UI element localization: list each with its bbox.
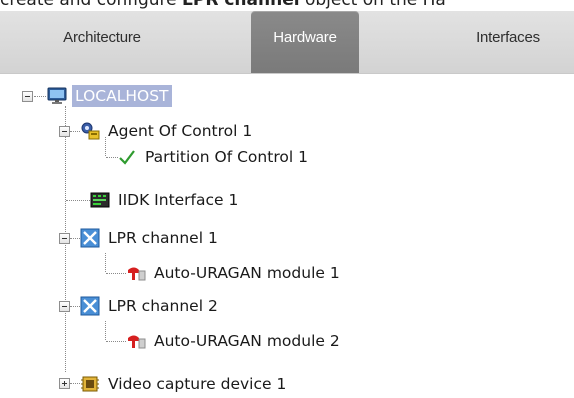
hardware-tree: LOCALHOST Agent Of Control 1 Partition O… [0, 73, 574, 394]
tab-architecture[interactable]: Architecture [36, 11, 168, 73]
tree-line [70, 383, 80, 384]
tree-label: Partition Of Control 1 [145, 148, 308, 166]
document-caption: create and configure LPR channel object … [0, 0, 574, 11]
tree-label: IIDK Interface 1 [118, 191, 239, 209]
caption-suffix: object on the Ha [299, 0, 446, 10]
tree-node-partition-of-control[interactable]: Partition Of Control 1 [117, 144, 311, 170]
tree-line [70, 238, 80, 239]
iidk-board-icon [90, 190, 110, 210]
tree-label-localhost: LOCALHOST [72, 85, 172, 107]
caption-bold: LPR channel [182, 0, 300, 10]
tab-bar: Architecture Hardware Interfaces [0, 11, 574, 74]
tree-line [106, 341, 126, 342]
video-capture-chip-icon [80, 374, 100, 394]
tree-node-lpr-channel-2[interactable]: LPR channel 2 [80, 293, 221, 319]
tree-line [105, 253, 106, 272]
monitor-icon [47, 86, 67, 106]
uragan-module-icon [126, 331, 146, 351]
uragan-module-icon [126, 263, 146, 283]
tree-node-agent-of-control[interactable]: Agent Of Control 1 [80, 118, 255, 144]
tree-label: Video capture device 1 [108, 375, 287, 393]
tree-node-auto-uragan-1[interactable]: Auto-URAGAN module 1 [126, 260, 343, 286]
tree-line [70, 306, 80, 307]
tab-interfaces[interactable]: Interfaces [442, 11, 574, 73]
collapse-toggle-lpr-2[interactable] [59, 301, 70, 312]
tree-label: Auto-URAGAN module 2 [154, 332, 340, 350]
tree-line [105, 321, 106, 340]
tree-label: LPR channel 2 [108, 297, 218, 315]
lpr-channel-icon [80, 296, 100, 316]
tree-label: LPR channel 1 [108, 229, 218, 247]
collapse-toggle-localhost[interactable] [22, 91, 33, 102]
collapse-toggle-agent[interactable] [59, 126, 70, 137]
tab-hardware[interactable]: Hardware [251, 11, 359, 73]
tree-label: Agent Of Control 1 [108, 122, 253, 140]
tree-line [106, 273, 126, 274]
tree-line [70, 131, 80, 132]
checkmark-icon [117, 147, 137, 167]
tree-line [34, 96, 46, 97]
caption-prefix: create and configure [0, 0, 183, 10]
tree-node-localhost[interactable]: LOCALHOST [47, 83, 172, 109]
tree-node-video-capture[interactable]: Video capture device 1 [80, 371, 289, 397]
tree-line [66, 200, 90, 201]
tree-label: Auto-URAGAN module 1 [154, 264, 340, 282]
tree-node-auto-uragan-2[interactable]: Auto-URAGAN module 2 [126, 328, 343, 354]
lpr-channel-icon [80, 228, 100, 248]
expand-toggle-video[interactable] [59, 378, 70, 389]
agent-gears-icon [80, 121, 100, 141]
tree-node-iidk-interface[interactable]: IIDK Interface 1 [90, 187, 241, 213]
tree-node-lpr-channel-1[interactable]: LPR channel 1 [80, 225, 221, 251]
collapse-toggle-lpr-1[interactable] [59, 233, 70, 244]
